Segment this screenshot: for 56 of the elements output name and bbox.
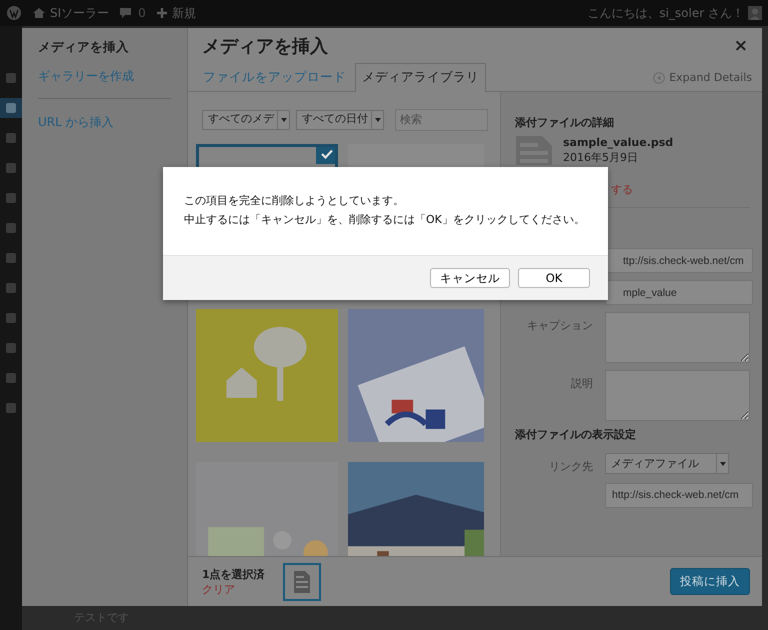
menu-icon (6, 253, 16, 263)
wordpress-logo-icon[interactable] (6, 5, 22, 21)
tab[interactable]: メディアライブラリ (355, 63, 486, 92)
home-icon[interactable] (32, 7, 46, 19)
menu-icon (6, 103, 16, 113)
sidebar-heading: メディアを挿入 (38, 39, 130, 54)
comment-icon[interactable] (119, 7, 132, 19)
selected-thumbnail[interactable] (282, 562, 321, 600)
avatar-icon[interactable] (748, 6, 762, 20)
text-field[interactable]: mple_value (605, 280, 753, 306)
site-name-link[interactable]: SIソーラー (50, 4, 110, 22)
insert-button[interactable]: 投稿に挿入 (670, 568, 750, 596)
close-button[interactable]: × (734, 34, 748, 60)
search-field[interactable]: 検索 (395, 108, 488, 130)
upload-date: 2016年5月9日 (563, 150, 639, 166)
link-dropdown[interactable]: メディアファイル (605, 453, 729, 474)
caret-icon (374, 118, 380, 122)
menu-icon (6, 133, 16, 143)
filter-dropdown[interactable]: すべての日付 (296, 110, 384, 130)
selection-count: 1点を選択済 (202, 566, 265, 582)
section-heading: 添付ファイルの詳細 (515, 116, 615, 130)
caret-icon (720, 462, 726, 466)
checkmark-icon[interactable] (316, 147, 335, 164)
plus-icon[interactable] (156, 7, 168, 19)
menu-icon (6, 343, 16, 353)
file-name: sample_value.psd (563, 135, 674, 150)
menu-icon (6, 73, 16, 83)
menu-icon (6, 163, 16, 173)
menu-icon (6, 223, 16, 233)
section-heading: 添付ファイルの表示設定 (515, 428, 637, 442)
text-area[interactable] (605, 312, 750, 364)
filter-dropdown[interactable]: すべてのメデ (202, 110, 290, 130)
dialog-message: 中止するには「キャンセル」を、削除するには「OK」をクリックしてください。 (184, 212, 586, 228)
caret-icon (280, 118, 286, 122)
url-field[interactable]: http://sis.check-web.net/cm (605, 482, 753, 508)
menu-icon (6, 373, 16, 383)
clear-link[interactable]: クリア (202, 582, 235, 596)
greeting-link[interactable]: こんにちは、si_soler さん！ (587, 4, 744, 22)
menu-item[interactable] (0, 98, 22, 118)
comment-count: 0 (138, 5, 146, 22)
menu-icon (6, 193, 16, 203)
ok-button[interactable]: OK (518, 268, 590, 288)
cancel-button[interactable]: キャンセル (430, 268, 510, 288)
menu-icon (6, 403, 16, 413)
modal-title: メディアを挿入 (202, 36, 328, 58)
menu-icon (6, 283, 16, 293)
text-area[interactable] (605, 370, 750, 422)
field-label: リンク先 (548, 459, 593, 476)
menu-icon (6, 313, 16, 323)
document-icon (515, 135, 553, 166)
field-label: キャプション (526, 318, 593, 334)
field-label: 説明 (570, 376, 593, 392)
expand-details-button[interactable]: Expand Details (653, 70, 752, 86)
new-link[interactable]: 新規 (172, 4, 196, 22)
dialog-message: この項目を完全に削除しようとしています。 (184, 193, 405, 209)
text-field[interactable]: ttp://sis.check-web.net/cm (605, 248, 753, 274)
